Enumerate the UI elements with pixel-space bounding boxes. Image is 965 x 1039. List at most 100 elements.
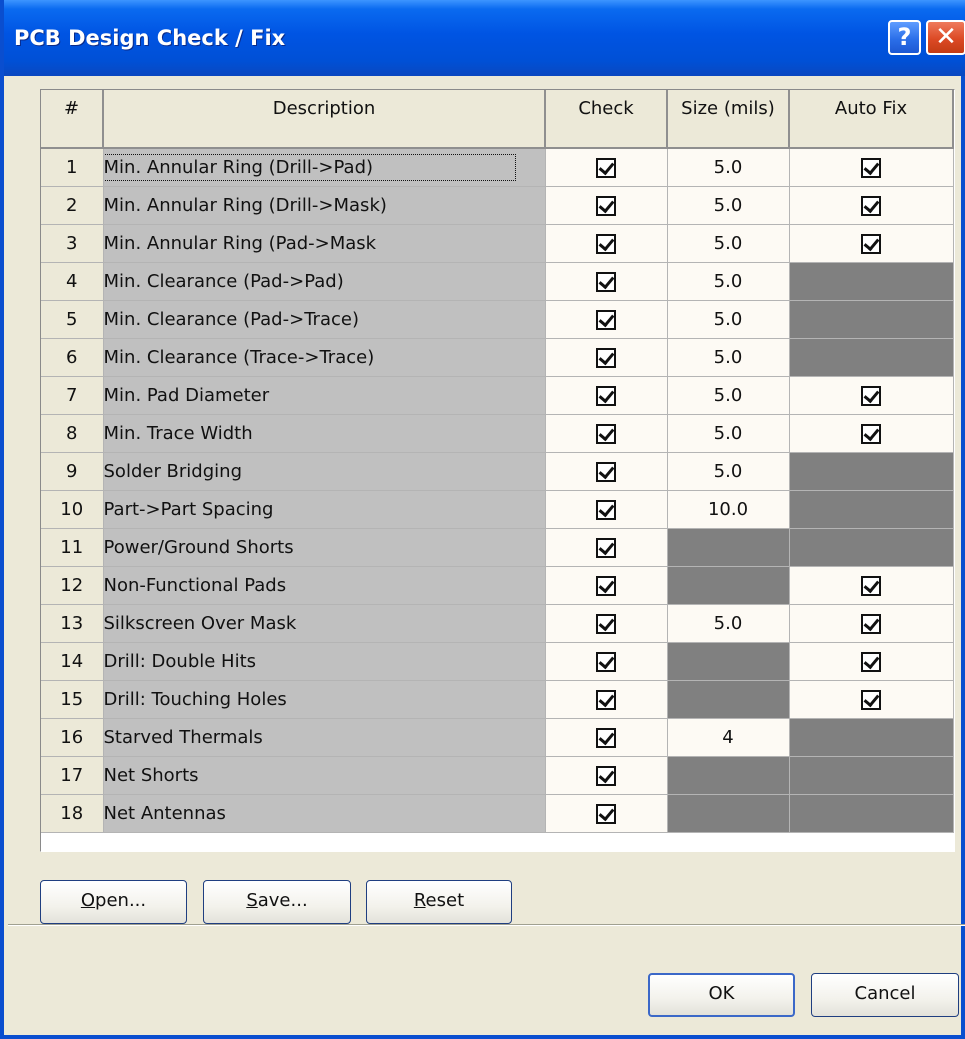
table-row[interactable]: 9 Solder Bridging 5.0 bbox=[41, 452, 954, 491]
table-row[interactable]: 10 Part->Part Spacing 10.0 bbox=[41, 490, 954, 529]
size-cell[interactable]: 5.0 bbox=[667, 376, 790, 415]
table-row[interactable]: 15 Drill: Touching Holes bbox=[41, 680, 954, 719]
size-cell[interactable]: 5.0 bbox=[667, 148, 790, 187]
cancel-button[interactable]: Cancel bbox=[811, 973, 959, 1017]
size-cell[interactable]: 5.0 bbox=[667, 452, 790, 491]
check-checkbox[interactable] bbox=[596, 499, 616, 520]
auto-fix-checkbox[interactable] bbox=[861, 195, 881, 216]
size-cell[interactable]: 4 bbox=[667, 718, 790, 757]
check-checkbox[interactable] bbox=[596, 689, 616, 710]
table-row[interactable]: 12 Non-Functional Pads bbox=[41, 566, 954, 605]
title-bar[interactable]: PCB Design Check / Fix ? ✕ bbox=[4, 0, 965, 76]
save-button[interactable]: Save... bbox=[203, 880, 351, 924]
row-description[interactable]: Min. Trace Width bbox=[103, 414, 546, 453]
check-checkbox[interactable] bbox=[596, 385, 616, 406]
check-checkbox[interactable] bbox=[596, 537, 616, 558]
column-header-check[interactable]: Check bbox=[545, 90, 668, 149]
column-header-auto-fix[interactable]: Auto Fix bbox=[789, 90, 954, 149]
auto-fix-checkbox[interactable] bbox=[861, 613, 881, 634]
auto-fix-checkbox[interactable] bbox=[861, 385, 881, 406]
dialog-window: PCB Design Check / Fix ? ✕ # Description… bbox=[0, 0, 965, 1039]
separator-line bbox=[8, 924, 965, 926]
auto-fix-cell bbox=[789, 414, 954, 453]
size-cell[interactable]: 10.0 bbox=[667, 490, 790, 529]
table-row[interactable]: 18 Net Antennas bbox=[41, 794, 954, 833]
auto-fix-cell-disabled bbox=[789, 718, 954, 757]
check-checkbox[interactable] bbox=[596, 347, 616, 368]
table-row[interactable]: 14 Drill: Double Hits bbox=[41, 642, 954, 681]
window-title: PCB Design Check / Fix bbox=[14, 26, 286, 50]
row-description[interactable]: Solder Bridging bbox=[103, 452, 546, 491]
auto-fix-cell bbox=[789, 186, 954, 225]
table-row[interactable]: 13 Silkscreen Over Mask 5.0 bbox=[41, 604, 954, 643]
check-checkbox[interactable] bbox=[596, 423, 616, 444]
check-checkbox[interactable] bbox=[596, 765, 616, 786]
auto-fix-checkbox[interactable] bbox=[861, 651, 881, 672]
size-cell[interactable]: 5.0 bbox=[667, 224, 790, 263]
size-cell[interactable]: 5.0 bbox=[667, 338, 790, 377]
check-checkbox[interactable] bbox=[596, 309, 616, 330]
table-row[interactable]: 2 Min. Annular Ring (Drill->Mask) 5.0 bbox=[41, 186, 954, 225]
row-number: 6 bbox=[41, 338, 104, 377]
table-row[interactable]: 3 Min. Annular Ring (Pad->Mask 5.0 bbox=[41, 224, 954, 263]
column-header-size[interactable]: Size (mils) bbox=[667, 90, 790, 149]
row-description[interactable]: Min. Clearance (Pad->Trace) bbox=[103, 300, 546, 339]
row-description[interactable]: Silkscreen Over Mask bbox=[103, 604, 546, 643]
check-checkbox[interactable] bbox=[596, 195, 616, 216]
table-row[interactable]: 16 Starved Thermals 4 bbox=[41, 718, 954, 757]
row-description[interactable]: Power/Ground Shorts bbox=[103, 528, 546, 567]
column-header-num[interactable]: # bbox=[41, 90, 104, 149]
auto-fix-checkbox[interactable] bbox=[861, 575, 881, 596]
check-checkbox[interactable] bbox=[596, 651, 616, 672]
row-number: 13 bbox=[41, 604, 104, 643]
check-checkbox[interactable] bbox=[596, 271, 616, 292]
auto-fix-checkbox[interactable] bbox=[861, 689, 881, 710]
table-row[interactable]: 7 Min. Pad Diameter 5.0 bbox=[41, 376, 954, 415]
check-checkbox[interactable] bbox=[596, 575, 616, 596]
size-cell[interactable]: 5.0 bbox=[667, 186, 790, 225]
check-checkbox[interactable] bbox=[596, 157, 616, 178]
auto-fix-cell-disabled bbox=[789, 756, 954, 795]
close-icon[interactable]: ✕ bbox=[926, 20, 965, 55]
table-row[interactable]: 4 Min. Clearance (Pad->Pad) 5.0 bbox=[41, 262, 954, 301]
reset-button[interactable]: Reset bbox=[366, 880, 512, 924]
row-description[interactable]: Part->Part Spacing bbox=[103, 490, 546, 529]
row-description[interactable]: Min. Clearance (Trace->Trace) bbox=[103, 338, 546, 377]
table-row[interactable]: 5 Min. Clearance (Pad->Trace) 5.0 bbox=[41, 300, 954, 339]
check-checkbox[interactable] bbox=[596, 613, 616, 634]
table-row[interactable]: 8 Min. Trace Width 5.0 bbox=[41, 414, 954, 453]
table-row[interactable]: 6 Min. Clearance (Trace->Trace) 5.0 bbox=[41, 338, 954, 377]
auto-fix-cell bbox=[789, 224, 954, 263]
row-description[interactable]: Non-Functional Pads bbox=[103, 566, 546, 605]
size-cell[interactable]: 5.0 bbox=[667, 604, 790, 643]
row-description[interactable]: Min. Clearance (Pad->Pad) bbox=[103, 262, 546, 301]
table-row[interactable]: 1 Min. Annular Ring (Drill->Pad) 5.0 bbox=[41, 148, 954, 187]
row-description[interactable]: Drill: Touching Holes bbox=[103, 680, 546, 719]
row-description[interactable]: Min. Annular Ring (Drill->Pad) bbox=[103, 148, 546, 187]
check-cell bbox=[545, 376, 668, 415]
open-button[interactable]: Open... bbox=[40, 880, 187, 924]
row-description[interactable]: Net Shorts bbox=[103, 756, 546, 795]
auto-fix-checkbox[interactable] bbox=[861, 233, 881, 254]
auto-fix-checkbox[interactable] bbox=[861, 423, 881, 444]
size-cell[interactable]: 5.0 bbox=[667, 300, 790, 339]
row-description[interactable]: Starved Thermals bbox=[103, 718, 546, 757]
table-row[interactable]: 11 Power/Ground Shorts bbox=[41, 528, 954, 567]
size-cell[interactable]: 5.0 bbox=[667, 414, 790, 453]
row-description[interactable]: Min. Annular Ring (Drill->Mask) bbox=[103, 186, 546, 225]
check-checkbox[interactable] bbox=[596, 803, 616, 824]
size-cell[interactable]: 5.0 bbox=[667, 262, 790, 301]
auto-fix-checkbox[interactable] bbox=[861, 157, 881, 178]
check-checkbox[interactable] bbox=[596, 461, 616, 482]
help-icon[interactable]: ? bbox=[888, 20, 921, 55]
ok-button[interactable]: OK bbox=[648, 973, 795, 1017]
table-row[interactable]: 17 Net Shorts bbox=[41, 756, 954, 795]
row-description[interactable]: Drill: Double Hits bbox=[103, 642, 546, 681]
open-mnemonic: O bbox=[80, 890, 96, 911]
column-header-description[interactable]: Description bbox=[103, 90, 546, 149]
check-checkbox[interactable] bbox=[596, 727, 616, 748]
check-checkbox[interactable] bbox=[596, 233, 616, 254]
row-description[interactable]: Min. Annular Ring (Pad->Mask bbox=[103, 224, 546, 263]
row-description[interactable]: Net Antennas bbox=[103, 794, 546, 833]
row-description[interactable]: Min. Pad Diameter bbox=[103, 376, 546, 415]
